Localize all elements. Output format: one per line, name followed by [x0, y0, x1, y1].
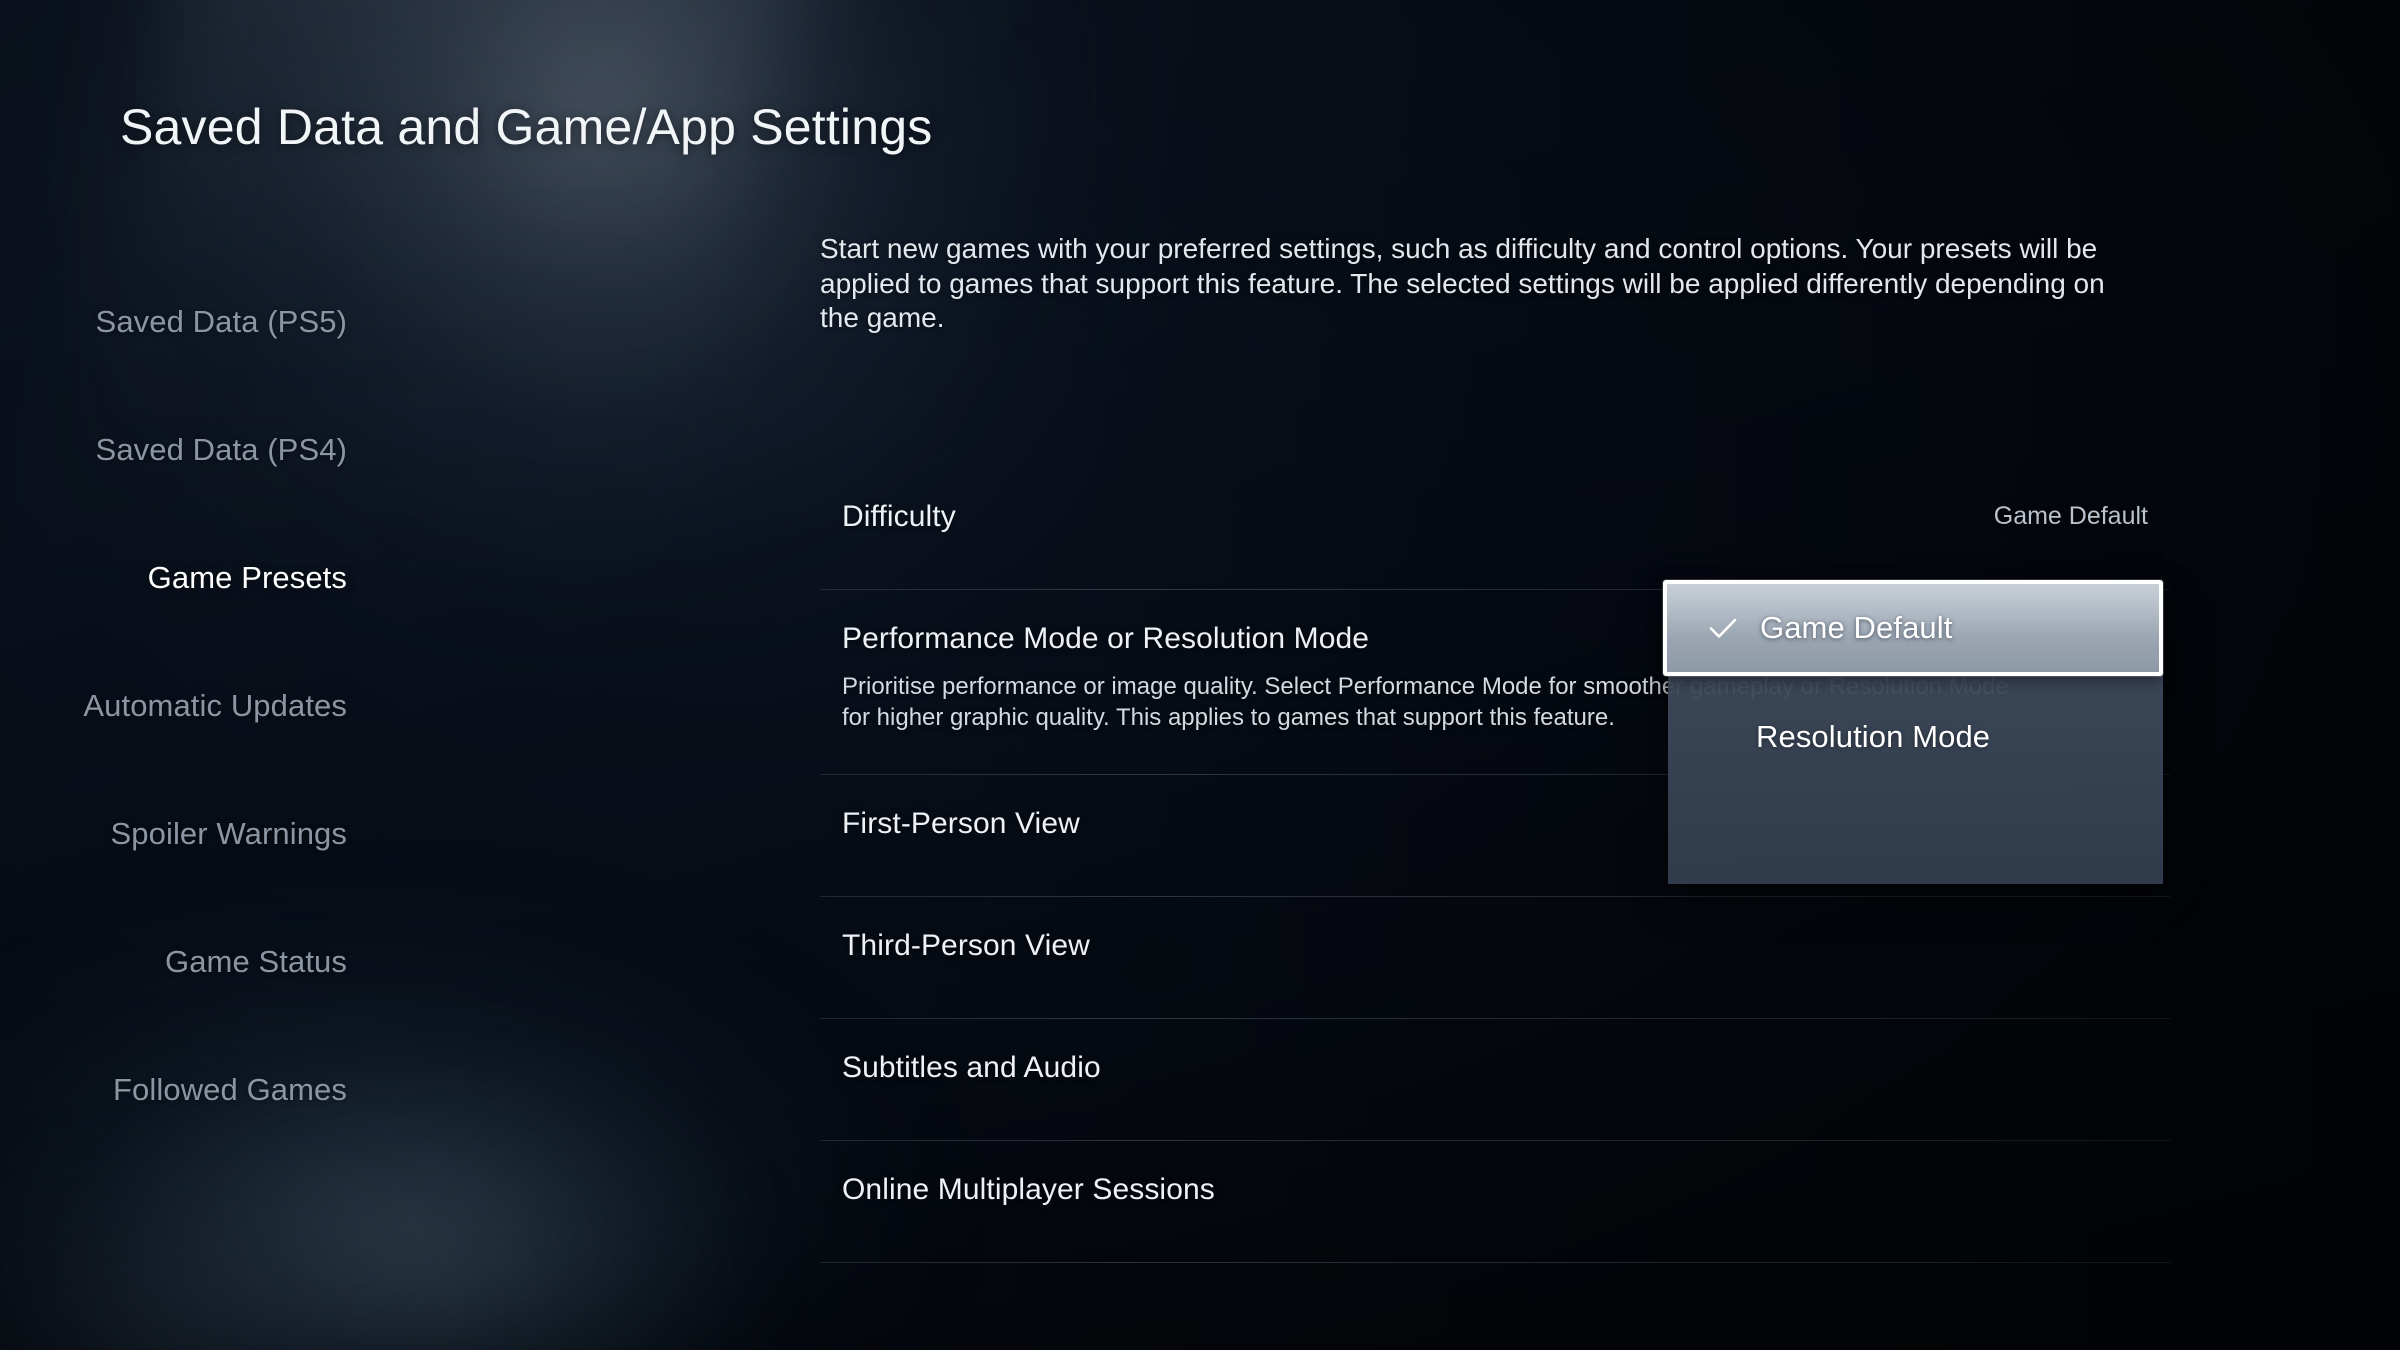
row-text-group: First-Person View — [842, 775, 1080, 841]
sidebar-item-label: Followed Games — [113, 1072, 347, 1107]
sidebar-item-label: Saved Data (PS4) — [95, 432, 347, 467]
sidebar-item-game-presets[interactable]: Game Presets — [0, 514, 540, 642]
setting-row-value — [2148, 1019, 2170, 1053]
sidebar-item-saved-data-ps4[interactable]: Saved Data (PS4) — [0, 386, 540, 514]
sidebar-item-label: Spoiler Warnings — [110, 816, 347, 851]
setting-row-value — [2148, 1141, 2170, 1175]
row-divider — [820, 1262, 2170, 1263]
dropdown-option-label: Game Default — [1760, 610, 1953, 645]
page-title: Saved Data and Game/App Settings — [120, 99, 933, 155]
setting-row-value — [2148, 897, 2170, 931]
setting-row-label: Difficulty — [842, 500, 956, 533]
setting-row-label: Online Multiplayer Sessions — [842, 1173, 1215, 1206]
setting-row-label: First-Person View — [842, 807, 1080, 840]
sidebar-nav: Saved Data (PS5) Saved Data (PS4) Game Pre… — [0, 258, 540, 1154]
dropdown-option-game-default[interactable]: Game Default — [1663, 580, 2163, 676]
sidebar-item-label: Game Presets — [147, 560, 347, 595]
dropdown-option-resolution-mode[interactable]: Resolution Mode — [1668, 692, 2163, 782]
sidebar-item-automatic-updates[interactable]: Automatic Updates — [0, 642, 540, 770]
sidebar-item-spoiler-warnings[interactable]: Spoiler Warnings — [0, 770, 540, 898]
setting-row-label: Subtitles and Audio — [842, 1051, 1101, 1084]
table-row[interactable]: Difficulty Game Default — [820, 468, 2170, 590]
setting-row-label: Third-Person View — [842, 929, 1090, 962]
sidebar-item-label: Game Status — [164, 944, 347, 979]
table-row[interactable]: Third-Person View — [820, 897, 2170, 1019]
panel-description: Start new games with your preferred sett… — [820, 233, 2105, 334]
page-content: Saved Data and Game/App Settings Saved D… — [0, 0, 2400, 1350]
sidebar-item-game-status[interactable]: Game Status — [0, 898, 540, 1026]
panel-header: Start new games with your preferred sett… — [820, 232, 2170, 336]
row-text-group: Difficulty — [842, 468, 956, 534]
sidebar-item-label: Automatic Updates — [83, 688, 347, 723]
ps5-settings-screen: Saved Data and Game/App Settings Saved D… — [0, 0, 2400, 1350]
row-text-group: Third-Person View — [842, 897, 1090, 963]
dropdown-option-label: Resolution Mode — [1756, 719, 1991, 754]
sidebar-item-label: Saved Data (PS5) — [95, 304, 347, 339]
row-text-group: Online Multiplayer Sessions — [842, 1141, 1215, 1207]
sidebar-item-followed-games[interactable]: Followed Games — [0, 1026, 540, 1154]
row-text-group: Subtitles and Audio — [842, 1019, 1101, 1085]
setting-row-value: Game Default — [1993, 502, 2148, 530]
check-icon — [1705, 610, 1741, 646]
sidebar-item-saved-data-ps5[interactable]: Saved Data (PS5) — [0, 258, 540, 386]
table-row[interactable]: Subtitles and Audio — [820, 1019, 2170, 1141]
mode-dropdown-menu[interactable]: Game DefaultPerformance ModeResolution M… — [1663, 580, 2163, 884]
table-row[interactable]: Online Multiplayer Sessions — [820, 1141, 2170, 1263]
